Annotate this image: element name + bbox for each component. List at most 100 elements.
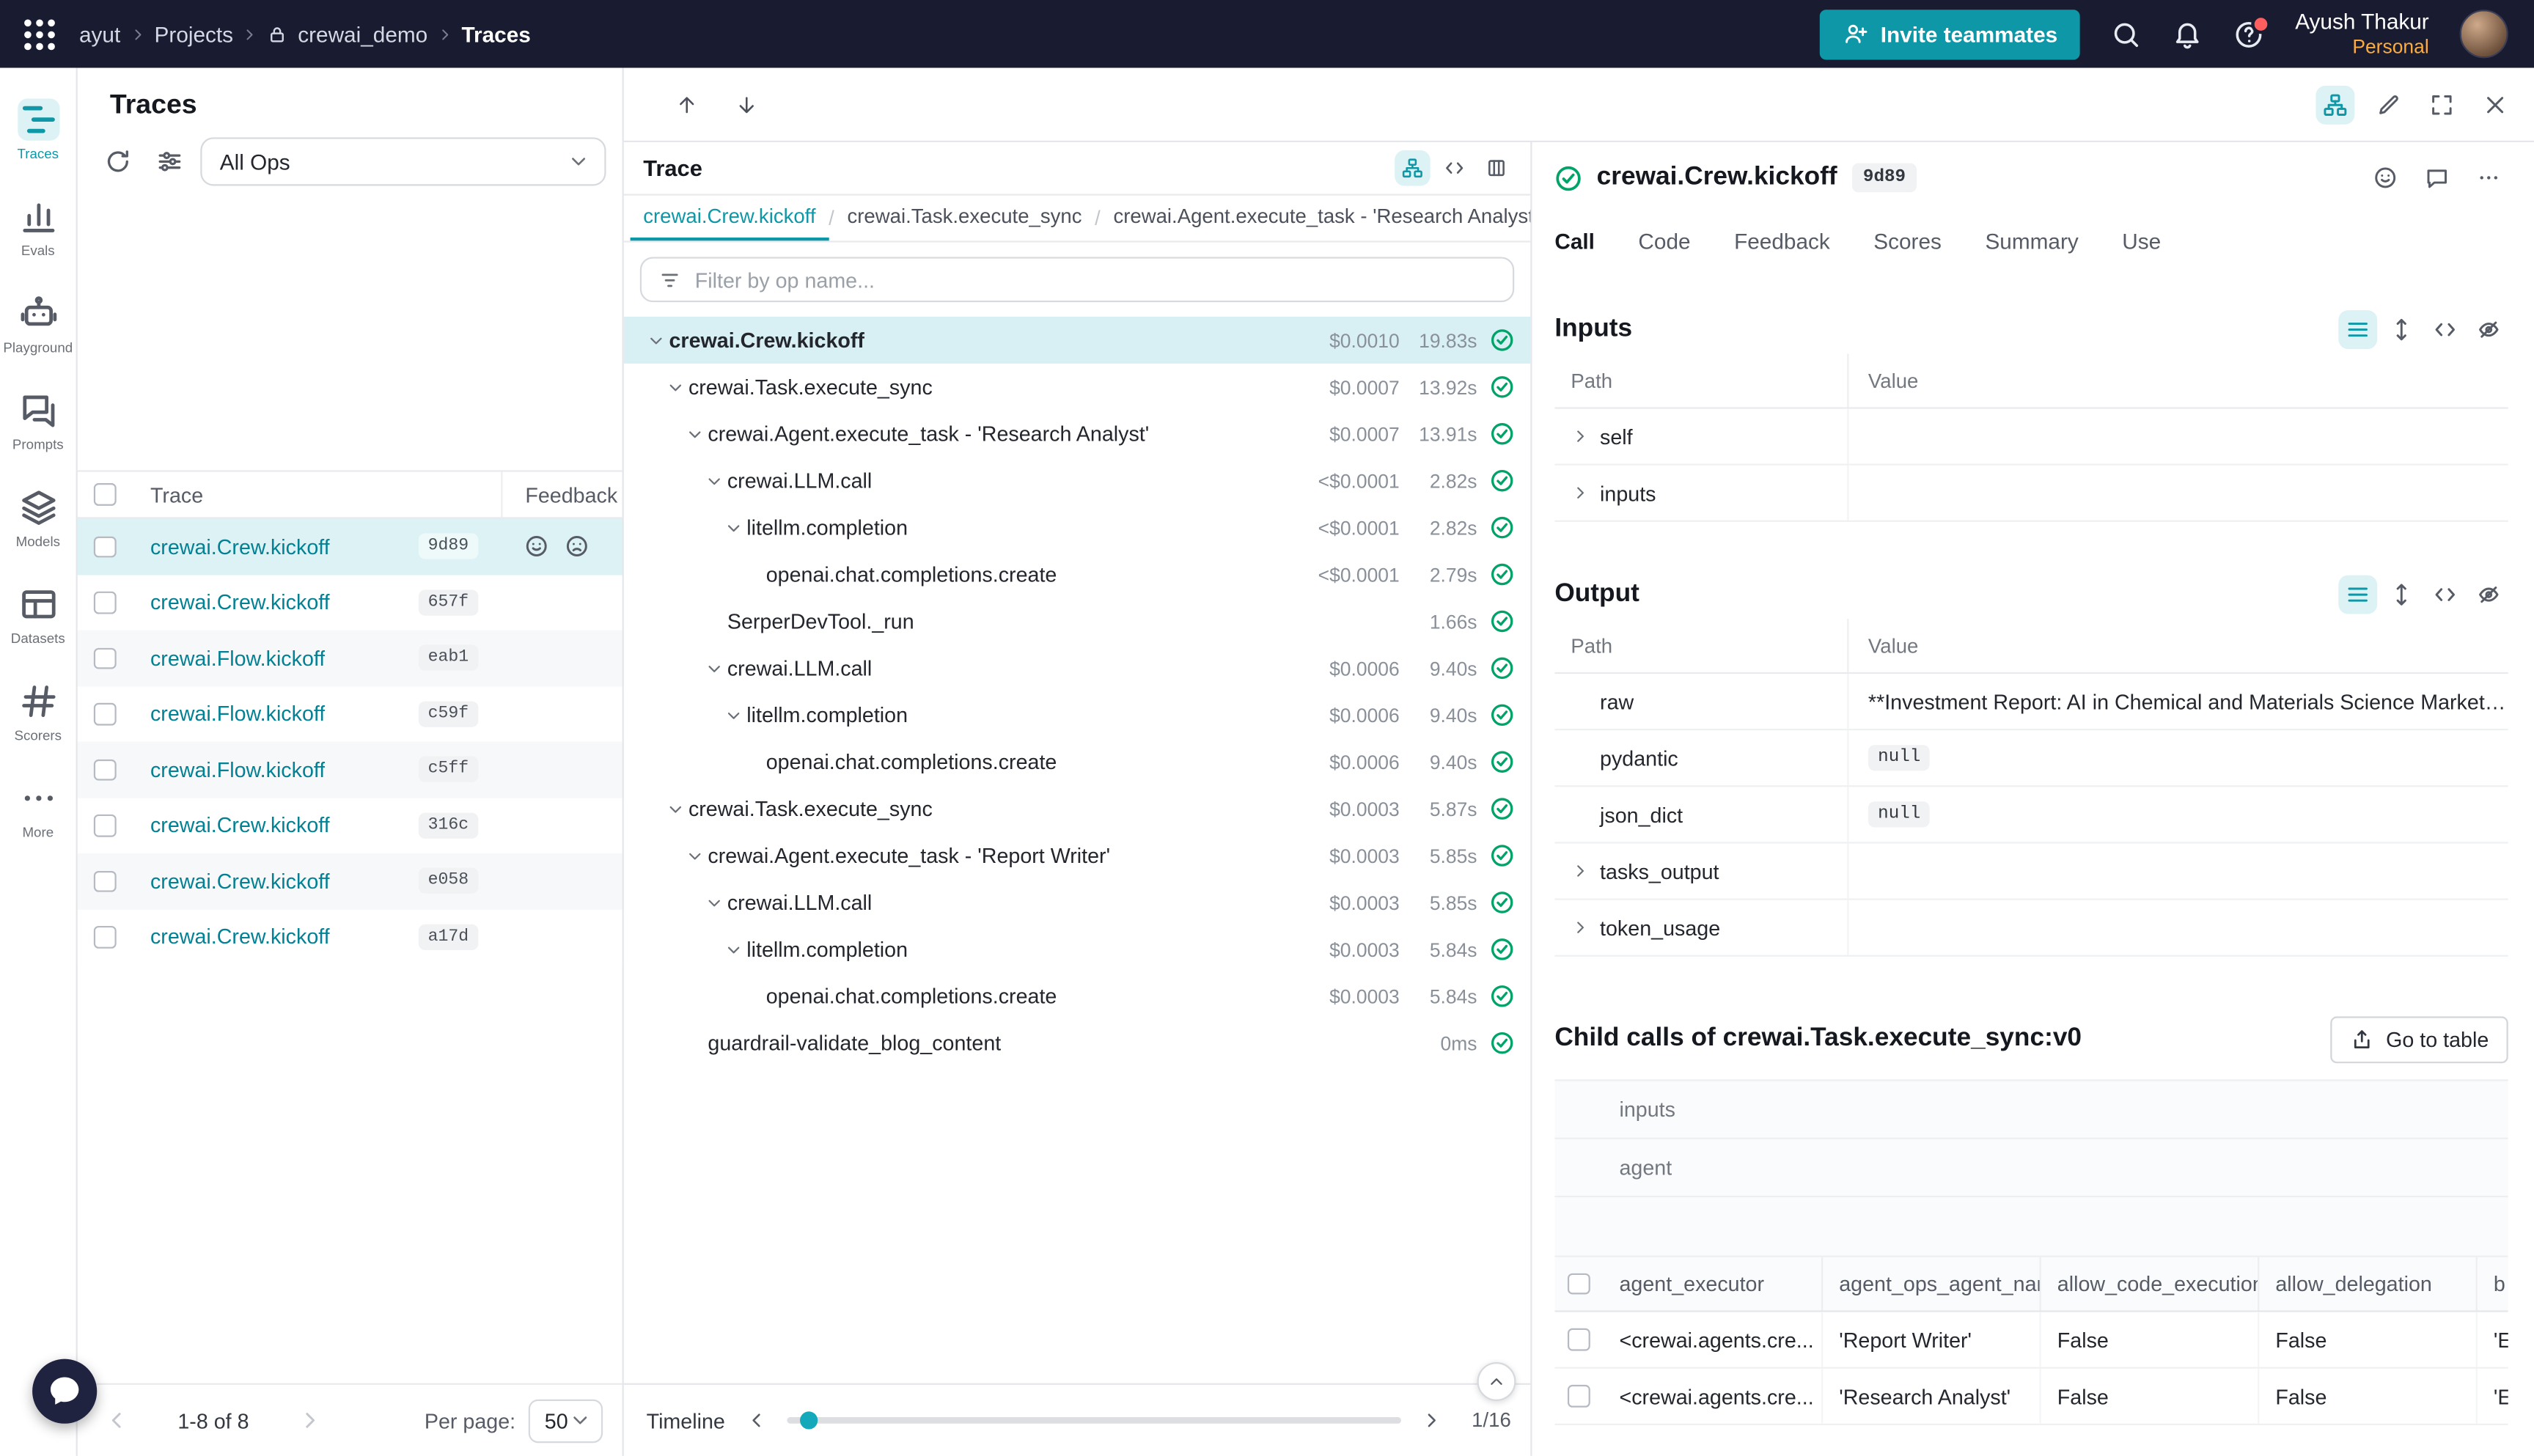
invite-teammates-button[interactable]: Invite teammates [1819,9,2080,59]
trace-path-tab[interactable]: crewai.Task.execute_sync [834,196,1095,241]
sidebar-item-playground[interactable]: Playground [1,278,75,368]
trace-tree-row[interactable]: SerperDevTool._run1.66s [624,598,1530,645]
trace-op-link[interactable]: crewai.Flow.kickoff [150,646,325,670]
refresh-button[interactable] [97,141,139,183]
feedback-negative-icon[interactable] [564,534,590,559]
trace-op-link[interactable]: crewai.Crew.kickoff [150,590,330,614]
detail-table-row[interactable]: tasks_output [1554,844,2508,900]
code-format-button[interactable] [2425,310,2464,349]
trace-tree-row[interactable]: crewai.Agent.execute_task - 'Report Writ… [624,832,1530,879]
trace-tree-row[interactable]: crewai.LLM.call<$0.00012.82s [624,457,1530,504]
row-checkbox[interactable] [94,703,116,725]
tree-view-button[interactable] [1395,150,1430,185]
expand-values-button[interactable] [2382,576,2421,614]
tab-code[interactable]: Code [1638,229,1690,254]
trace-tree-row[interactable]: openai.chat.completions.create$0.00069.4… [624,738,1530,785]
tab-call[interactable]: Call [1554,229,1595,254]
trace-op-link[interactable]: crewai.Crew.kickoff [150,534,330,559]
next-page-icon[interactable] [291,1401,330,1440]
row-checkbox[interactable] [94,536,116,558]
op-name-filter-input[interactable]: Filter by op name... [640,257,1514,302]
trace-op-link[interactable]: crewai.Crew.kickoff [150,813,330,837]
trace-path-tab[interactable]: crewai.Crew.kickoff [631,196,829,241]
row-checkbox[interactable] [94,870,116,892]
add-reaction-button[interactable] [2366,158,2405,197]
tab-use[interactable]: Use [2122,229,2161,254]
row-checkbox[interactable] [94,759,116,781]
wandb-logo-icon[interactable] [19,14,59,54]
next-call-button[interactable] [729,87,764,122]
chevron-down-icon[interactable] [721,702,746,728]
breadcrumb-item-Traces[interactable]: Traces [462,22,531,46]
detail-table-row[interactable]: token_usage [1554,900,2508,957]
column-settings-button[interactable] [149,141,191,183]
chevron-right-icon[interactable] [1569,482,1592,504]
chevron-right-icon[interactable] [1569,425,1592,448]
code-format-button[interactable] [2425,576,2464,614]
trace-table-row[interactable]: crewai.Crew.kickoffa17d [78,909,623,965]
prev-page-icon[interactable] [97,1401,136,1440]
toggle-tree-panel-button[interactable] [2316,85,2354,124]
detail-table-row[interactable]: raw**Investment Report: AI in Chemical a… [1554,674,2508,730]
child-call-row[interactable]: <crewai.agents.cre...'Research Analyst'F… [1554,1369,2508,1425]
trace-tree-row[interactable]: crewai.Crew.kickoff$0.001019.83s [624,317,1530,364]
hide-empty-button[interactable] [2469,576,2508,614]
trace-tree-row[interactable]: openai.chat.completions.create<$0.00012.… [624,551,1530,598]
sidebar-item-scorers[interactable]: Scorers [1,666,75,756]
child-call-row[interactable]: <crewai.agents.cre...'Report Writer'Fals… [1554,1312,2508,1369]
detail-table-row[interactable]: self [1554,409,2508,466]
trace-table-row[interactable]: crewai.Crew.kickoff657f [78,575,623,630]
trace-op-link[interactable]: crewai.Crew.kickoff [150,869,330,893]
hide-empty-button[interactable] [2469,310,2508,349]
chevron-right-icon[interactable] [1569,916,1592,939]
trace-op-link[interactable]: crewai.Flow.kickoff [150,757,325,782]
breadcrumb-item-ayut[interactable]: ayut [79,22,120,46]
trace-tree-row[interactable]: crewai.Agent.execute_task - 'Research An… [624,411,1530,457]
go-to-table-button[interactable]: Go to table [2331,1015,2508,1062]
trace-op-link[interactable]: crewai.Flow.kickoff [150,702,325,726]
sidebar-item-prompts[interactable]: Prompts [1,375,75,465]
trace-table-row[interactable]: crewai.Crew.kickoff9d89 [78,519,623,575]
tab-scores[interactable]: Scores [1873,229,1942,254]
avatar[interactable] [2460,10,2508,58]
trace-tree-row[interactable]: litellm.completion<$0.00012.82s [624,504,1530,551]
row-checkbox[interactable] [94,926,116,948]
trace-tree-row[interactable]: litellm.completion$0.00035.84s [624,926,1530,973]
timeline-prev-icon[interactable] [741,1406,771,1435]
trace-path-tab[interactable]: crewai.Agent.execute_task - 'Research An… [1101,196,1530,241]
chevron-right-icon[interactable] [1569,860,1592,883]
trace-table-row[interactable]: crewai.Crew.kickoff316c [78,798,623,853]
select-all-checkbox[interactable] [1568,1273,1590,1295]
sidebar-item-datasets[interactable]: Datasets [1,569,75,659]
code-view-button[interactable] [1436,150,1472,185]
detail-table-row[interactable]: inputs [1554,466,2508,522]
notifications-bell-icon[interactable] [2173,18,2203,49]
trace-op-link[interactable]: crewai.Crew.kickoff [150,924,330,949]
chevron-down-icon[interactable] [702,889,727,915]
tab-summary[interactable]: Summary [1985,229,2078,254]
previous-call-button[interactable] [669,87,704,122]
fullscreen-button[interactable] [2423,85,2461,124]
list-view-button[interactable] [2338,310,2377,349]
breadcrumb-item-Projects[interactable]: Projects [155,22,234,46]
trace-tree-row[interactable]: crewai.Task.execute_sync$0.000713.92s [624,364,1530,411]
trace-tree-row[interactable]: guardrail-validate_blog_content0ms [624,1020,1530,1067]
chevron-down-icon[interactable] [702,468,727,493]
ops-filter-select[interactable]: All Ops [200,137,606,185]
close-button[interactable] [2476,85,2515,124]
chevron-down-icon[interactable] [663,796,688,822]
feedback-positive-icon[interactable] [524,534,549,559]
scroll-top-button[interactable] [1477,1362,1516,1401]
select-all-checkbox[interactable] [94,484,116,506]
expand-values-button[interactable] [2382,310,2421,349]
row-checkbox[interactable] [1568,1385,1590,1407]
list-view-button[interactable] [2338,576,2377,614]
timeline-slider[interactable] [787,1417,1401,1424]
chevron-down-icon[interactable] [643,327,669,353]
chevron-down-icon[interactable] [682,421,708,446]
row-checkbox[interactable] [94,647,116,669]
row-checkbox[interactable] [1568,1328,1590,1350]
chevron-down-icon[interactable] [663,374,688,400]
sidebar-item-evals[interactable]: Evals [1,181,75,271]
detail-table-row[interactable]: pydanticnull [1554,730,2508,787]
